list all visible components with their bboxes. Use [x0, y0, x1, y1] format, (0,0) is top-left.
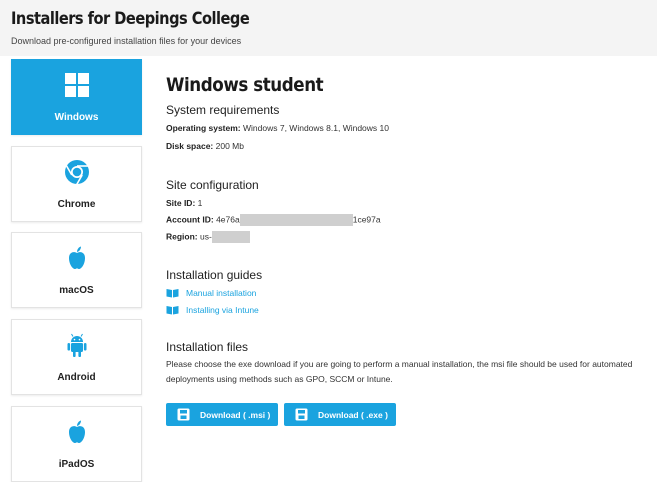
save-icon [177, 408, 190, 421]
page-subtitle: Download pre-configured installation fil… [11, 36, 242, 46]
download-msi-button[interactable]: Download ( .msi ) [166, 403, 278, 426]
operating-system-label: Operating system: [166, 123, 241, 133]
page-header: Installers for Deepings College Download… [0, 0, 657, 56]
operating-system-value: Windows 7, Windows 8.1, Windows 10 [243, 123, 389, 133]
sidebar-item-label: Chrome [57, 199, 96, 210]
disk-space-value: 200 Mb [215, 141, 244, 151]
sidebar-item-android[interactable]: Android [11, 319, 142, 395]
site-id-label: Site ID: [166, 198, 196, 208]
installation-guides-heading: Installation guides [166, 268, 263, 282]
manual-installation-link[interactable]: Manual installation [166, 288, 256, 298]
book-icon [166, 306, 179, 315]
installation-files-description: Please choose the exe download if you ar… [166, 359, 633, 384]
sidebar-item-macos[interactable]: macOS [11, 232, 142, 308]
disk-space-label: Disk space: [166, 141, 214, 151]
download-exe-button[interactable]: Download ( .exe ) [284, 403, 396, 426]
sidebar-item-label: Android [57, 372, 96, 383]
region-label: Region: [166, 231, 198, 242]
chrome-icon [64, 160, 89, 185]
sidebar-item-ipados[interactable]: iPadOS [11, 406, 142, 482]
disk-space-row: Disk space: 200 Mb [166, 141, 244, 151]
platform-title: Windows student [166, 74, 324, 96]
account-id-suffix: 1ce97a [352, 214, 381, 225]
download-exe-label: Download ( .exe ) [318, 409, 388, 420]
site-configuration-heading: Site configuration [166, 178, 259, 192]
sidebar-item-label: iPadOS [58, 459, 95, 470]
windows-icon [64, 73, 89, 97]
apple-icon [68, 246, 85, 269]
account-id-row: Account ID: 4e76a 1ce97a [166, 214, 381, 226]
save-icon [295, 408, 308, 421]
guide-link-label: Manual installation [186, 288, 257, 298]
sidebar-item-label: macOS [59, 285, 94, 296]
region-redaction [211, 231, 250, 243]
account-id-redaction [239, 214, 353, 226]
account-id-prefix: 4e76a [216, 214, 240, 225]
operating-system-row: Operating system: Windows 7, Windows 8.1… [166, 123, 389, 133]
sidebar-item-label: Windows [54, 112, 99, 123]
intune-installation-link[interactable]: Installing via Intune [166, 305, 259, 315]
apple-icon [68, 420, 85, 443]
android-icon [67, 333, 86, 357]
guide-link-label: Installing via Intune [186, 305, 259, 315]
account-id-label: Account ID: [166, 214, 214, 225]
region-row: Region: us- [166, 231, 250, 243]
sidebar-item-chrome[interactable]: Chrome [11, 146, 142, 222]
book-icon [166, 289, 179, 298]
download-msi-label: Download ( .msi ) [200, 409, 271, 420]
site-id-row: Site ID: 1 [166, 198, 202, 208]
region-prefix: us- [200, 231, 212, 242]
site-id-value: 1 [197, 198, 203, 208]
system-requirements-heading: System requirements [166, 103, 280, 117]
page-title: Installers for Deepings College [11, 9, 250, 29]
installation-files-heading: Installation files [166, 340, 249, 354]
sidebar-item-windows[interactable]: Windows [11, 59, 142, 135]
